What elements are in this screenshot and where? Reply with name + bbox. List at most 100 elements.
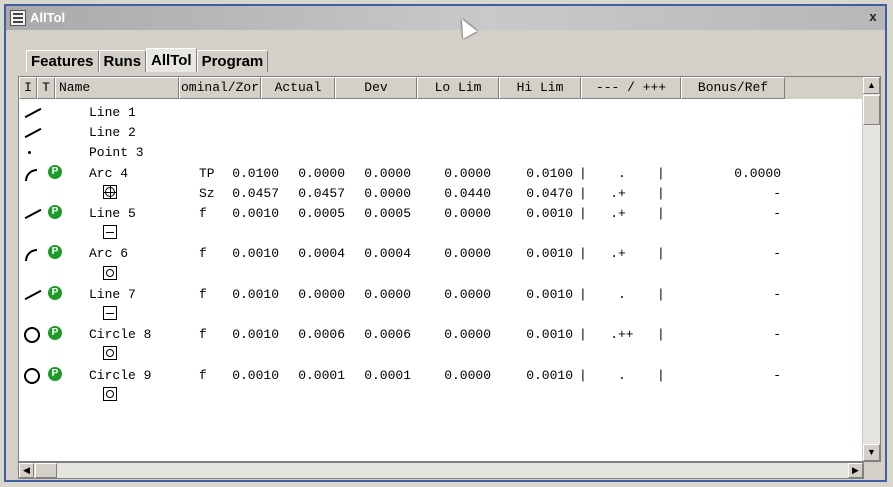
cell-bonus: - bbox=[773, 286, 781, 302]
cell-dev: 0.0001 bbox=[364, 367, 411, 383]
circularity-symbol-icon bbox=[103, 386, 117, 401]
col-header-dev[interactable]: Dev bbox=[335, 77, 417, 99]
cell-nom-prefix: TP bbox=[199, 165, 215, 181]
feature-name: Arc 4 bbox=[89, 165, 129, 181]
table-row[interactable] bbox=[19, 306, 859, 324]
scroll-left-arrow-icon[interactable]: ◀ bbox=[19, 463, 34, 478]
column-header-row: I T Name ominal/Zor Actual Dev Lo Lim Hi… bbox=[19, 77, 872, 99]
table-row[interactable]: P Arc 6 f 0.0010 0.0004 0.0004 0.0000 0.0010 | .… bbox=[19, 245, 859, 263]
table-row[interactable]: Line 1 bbox=[19, 104, 859, 122]
scroll-down-arrow-icon[interactable]: ▼ bbox=[863, 444, 880, 461]
program-status-badge: P bbox=[48, 285, 62, 300]
vertical-scroll-thumb[interactable] bbox=[863, 95, 880, 125]
cell-bar: | .++ | bbox=[579, 327, 665, 343]
table-row[interactable]: Sz 0.0457 0.0457 0.0000 0.0440 0.0470 | .+ | - bbox=[19, 184, 859, 203]
line-icon bbox=[24, 208, 42, 220]
horizontal-scroll-thumb[interactable] bbox=[35, 463, 57, 478]
vertical-scrollbar[interactable]: ▲ ▼ bbox=[862, 77, 880, 461]
col-header-actual[interactable]: Actual bbox=[261, 77, 335, 99]
flatness-symbol-icon bbox=[103, 225, 117, 240]
cell-actual: 0.0004 bbox=[298, 246, 345, 262]
line-icon bbox=[24, 107, 42, 119]
cell-bonus: - bbox=[773, 206, 781, 221]
table-row[interactable]: Point 3 bbox=[19, 144, 859, 162]
close-button[interactable]: x bbox=[865, 10, 881, 25]
col-header-t[interactable]: T bbox=[37, 77, 55, 99]
col-header-nominal[interactable]: ominal/Zor bbox=[179, 77, 261, 99]
table-row[interactable]: P Line 7 f 0.0010 0.0000 0.0000 0.0000 0.0010 | … bbox=[19, 285, 859, 304]
cell-hi: 0.0010 bbox=[526, 327, 573, 343]
cell-actual: 0.0000 bbox=[298, 165, 345, 181]
tab-program[interactable]: Program bbox=[196, 50, 269, 72]
scroll-up-arrow-icon[interactable]: ▲ bbox=[863, 77, 880, 94]
table-row[interactable] bbox=[19, 346, 859, 364]
cell-bar: | .+ | bbox=[579, 206, 665, 221]
program-status-badge: P bbox=[48, 205, 62, 219]
cell-lo: 0.0000 bbox=[444, 206, 491, 221]
table-row[interactable]: P Line 5 f 0.0010 0.0005 0.0005 0.0000 0.0010 | … bbox=[19, 205, 859, 223]
cell-dev: 0.0000 bbox=[364, 185, 411, 201]
circle-icon bbox=[24, 327, 40, 344]
cell-lo: 0.0000 bbox=[444, 246, 491, 262]
horizontal-scrollbar[interactable]: ◀ ▶ bbox=[18, 462, 864, 479]
feature-name: Point 3 bbox=[89, 145, 144, 161]
cell-hi: 0.0010 bbox=[526, 246, 573, 262]
feature-name: Line 1 bbox=[89, 105, 136, 120]
cell-bar: | .+ | bbox=[579, 246, 665, 262]
col-header-name[interactable]: Name bbox=[55, 77, 179, 99]
cell-lo: 0.0000 bbox=[444, 367, 491, 383]
cell-actual: 0.0005 bbox=[298, 206, 345, 221]
cell-dev: 0.0006 bbox=[364, 327, 411, 343]
tab-features[interactable]: Features bbox=[26, 50, 99, 72]
app-menu-icon[interactable] bbox=[10, 10, 26, 26]
cell-hi: 0.0010 bbox=[526, 286, 573, 302]
feature-name: Arc 6 bbox=[89, 246, 129, 262]
cell-hi: 0.0010 bbox=[526, 367, 573, 383]
circle-icon bbox=[24, 367, 40, 384]
window-title: AllTol bbox=[30, 10, 66, 25]
tab-runs[interactable]: Runs bbox=[98, 50, 147, 72]
col-header-lo-lim[interactable]: Lo Lim bbox=[417, 77, 499, 99]
cell-bar: | . | bbox=[579, 367, 665, 383]
cell-hi: 0.0470 bbox=[526, 185, 573, 201]
table-row[interactable]: P Circle 9 f 0.0010 0.0001 0.0001 0.0000 0.0010… bbox=[19, 366, 859, 385]
col-header-deviation-bar[interactable]: --- / +++ bbox=[581, 77, 681, 99]
cell-nom-prefix: Sz bbox=[199, 185, 215, 201]
cell-actual: 0.0001 bbox=[298, 367, 345, 383]
position-symbol-icon bbox=[103, 184, 117, 199]
cell-lo: 0.0440 bbox=[444, 185, 491, 201]
cell-nominal: 0.0100 bbox=[232, 165, 279, 181]
program-status-badge: P bbox=[48, 366, 62, 381]
circularity-symbol-icon bbox=[103, 346, 117, 361]
cell-actual: 0.0000 bbox=[298, 286, 345, 302]
circularity-symbol-icon bbox=[103, 265, 117, 280]
cell-nominal: 0.0010 bbox=[232, 246, 279, 262]
cell-nom-prefix: f bbox=[199, 327, 207, 343]
scroll-right-arrow-icon[interactable]: ▶ bbox=[848, 463, 863, 478]
cell-nominal: 0.0010 bbox=[232, 286, 279, 302]
cell-bonus: - bbox=[773, 327, 781, 343]
cell-bar: | .+ | bbox=[579, 185, 665, 201]
table-row[interactable]: Line 2 bbox=[19, 124, 859, 142]
table-row[interactable]: P Circle 8 f 0.0010 0.0006 0.0006 0.0000 0.0010… bbox=[19, 326, 859, 344]
cell-hi: 0.0010 bbox=[526, 206, 573, 221]
col-header-i[interactable]: I bbox=[19, 77, 37, 99]
table-row[interactable] bbox=[19, 225, 859, 243]
cell-nom-prefix: f bbox=[199, 206, 207, 221]
title-bar[interactable]: AllTol x bbox=[6, 6, 885, 30]
arc-icon bbox=[25, 249, 37, 262]
col-header-bonus-ref[interactable]: Bonus/Ref bbox=[681, 77, 785, 99]
line-icon bbox=[24, 128, 42, 139]
cell-nominal: 0.0457 bbox=[232, 185, 279, 201]
alltol-window: AllTol x Features Runs AllTol Program I … bbox=[4, 4, 887, 482]
table-row[interactable] bbox=[19, 386, 859, 405]
program-status-badge: P bbox=[48, 245, 62, 260]
tab-alltol[interactable]: AllTol bbox=[146, 48, 197, 72]
feature-name: Line 5 bbox=[89, 206, 136, 221]
arc-icon bbox=[25, 168, 37, 181]
table-row[interactable] bbox=[19, 265, 859, 284]
table-row[interactable]: P Arc 4 TP 0.0100 0.0000 0.0000 0.0000 0.0100 | … bbox=[19, 164, 859, 183]
program-status-badge: P bbox=[48, 326, 62, 341]
col-header-hi-lim[interactable]: Hi Lim bbox=[499, 77, 581, 99]
feature-name: Circle 9 bbox=[89, 367, 152, 383]
